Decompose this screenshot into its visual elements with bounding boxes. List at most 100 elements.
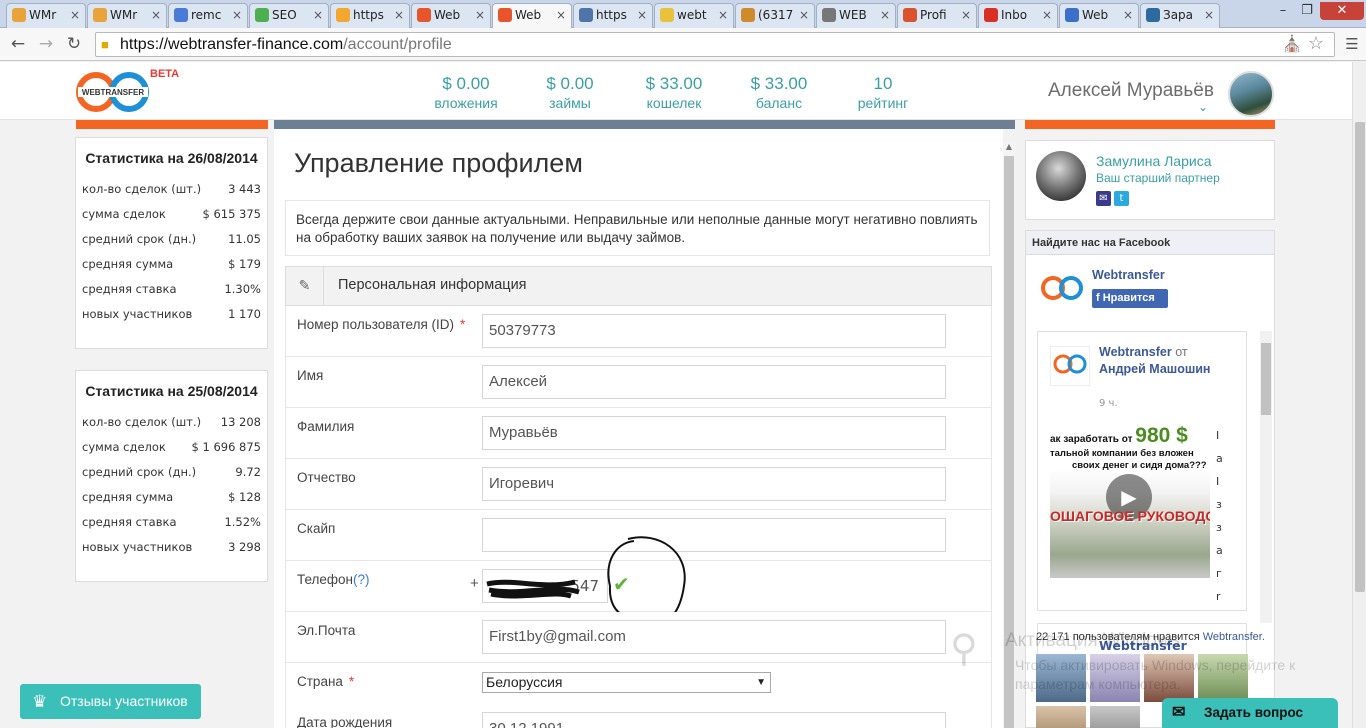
stats-row: кол-во сделок (шт.) 13 208 (76, 410, 267, 435)
windows-activation-text: Чтобы активировать Windows, перейдите к … (1015, 657, 1296, 692)
user-id-field[interactable]: 50379773 (482, 314, 946, 348)
stats-block: Статистика на 25/08/2014 кол-во сделок (… (75, 370, 268, 582)
close-tab-icon[interactable]: × (1042, 4, 1052, 26)
section-header: ✎ Персональная информация (285, 266, 992, 306)
chevron-down-icon[interactable]: ⌄ (1198, 100, 1208, 114)
tab-favicon-icon (822, 8, 836, 22)
url-path: /account/profile (343, 36, 452, 53)
close-tab-icon[interactable]: × (70, 4, 80, 26)
star-icon[interactable]: ☆ (1308, 32, 1324, 55)
browser-tab[interactable]: https × (330, 3, 410, 28)
stat-value: $ 33.00 (645, 74, 703, 93)
stat-loans[interactable]: $ 0.00 займы (530, 74, 610, 111)
first-name-field[interactable]: Алексей (482, 365, 946, 399)
browser-tab[interactable]: Profi × (897, 3, 977, 28)
skype-field[interactable] (482, 518, 946, 552)
browser-tab[interactable]: WMr × (6, 3, 86, 28)
stat-investments[interactable]: $ 0.00 вложения (426, 74, 506, 111)
minimize-button[interactable]: – (1270, 2, 1296, 20)
image-text: ОШАГОВОЕ РУКОВОДСТ (1050, 508, 1210, 524)
country-select[interactable]: Белоруссия ▼ (482, 672, 771, 693)
tab-title: https (353, 8, 384, 22)
stat-wallet[interactable]: $ 33.00 кошелек (634, 74, 714, 111)
email-field[interactable]: First1by@gmail.com (482, 620, 946, 654)
browser-tab[interactable]: WEB × (816, 3, 896, 28)
forward-icon[interactable]: → (34, 33, 58, 55)
pencil-icon[interactable]: ✎ (286, 267, 324, 305)
close-tab-icon[interactable]: × (232, 4, 242, 26)
webtransfer-page-logo[interactable] (1040, 273, 1084, 303)
stats-row: средняя сумма $ 128 (76, 485, 267, 510)
maximize-button[interactable]: ❐ (1294, 2, 1320, 20)
stat-label: баланс (755, 95, 803, 111)
facebook-page-name[interactable]: Webtransfer (1092, 268, 1165, 282)
fan-avatar[interactable] (1036, 706, 1086, 728)
close-tab-icon[interactable]: × (475, 4, 485, 26)
patronymic-field[interactable]: Игоревич (482, 467, 946, 501)
close-tab-icon[interactable]: × (961, 4, 971, 26)
browser-tab[interactable]: https × (573, 3, 653, 28)
stats-label: средняя сумма (82, 490, 174, 504)
close-tab-icon[interactable]: × (799, 4, 809, 26)
stats-label: средний срок (дн.) (82, 232, 197, 246)
close-tab-icon[interactable]: × (880, 4, 890, 26)
stats-value: 3 298 (228, 540, 261, 554)
url-input[interactable]: ■ https://webtransfer-finance.com/account… (95, 32, 1335, 57)
close-tab-icon[interactable]: × (718, 4, 728, 26)
page-scrollbar[interactable] (1352, 62, 1366, 728)
tab-favicon-icon (336, 8, 350, 22)
back-icon[interactable]: ← (6, 33, 30, 55)
likes-page-link[interactable]: Webtransfer. (1203, 631, 1265, 643)
close-window-button[interactable]: ✕ (1320, 2, 1364, 20)
browser-tab[interactable]: (6317 × (735, 3, 815, 28)
browser-tab[interactable]: Зара × (1140, 3, 1220, 28)
fan-avatar[interactable] (1090, 706, 1140, 728)
birthdate-field[interactable]: 30.12.1991 (482, 712, 946, 728)
user-name[interactable]: Алексей Муравьёв (1048, 80, 1214, 102)
stat-balance[interactable]: $ 33.00 баланс (739, 74, 819, 111)
tab-favicon-icon (741, 8, 755, 22)
ask-question-button[interactable]: ✉ Задать вопрос (1162, 698, 1338, 728)
browser-tab[interactable]: Inbo × (978, 3, 1058, 28)
browser-tab[interactable]: Web × (1059, 3, 1139, 28)
menu-icon[interactable]: ☰ (1340, 33, 1364, 55)
user-avatar[interactable] (1228, 71, 1274, 117)
close-tab-icon[interactable]: × (1123, 4, 1133, 26)
browser-tab[interactable]: Web × (411, 3, 491, 28)
reviews-button[interactable]: ♛ Отзывы участников (20, 684, 201, 719)
phone-help-link[interactable]: (?) (353, 572, 370, 587)
browser-tab[interactable]: WMr × (87, 3, 167, 28)
facebook-like-button[interactable]: f Нравится (1092, 289, 1168, 308)
mail-icon[interactable]: ✉ (1096, 191, 1111, 206)
close-tab-icon[interactable]: × (556, 4, 566, 26)
facebook-scrollbar[interactable] (1260, 331, 1272, 623)
phone-field[interactable]: 547 (482, 569, 608, 603)
partner-name[interactable]: Замулина Лариса (1096, 153, 1211, 169)
tab-favicon-icon (579, 8, 593, 22)
post-from: от (1175, 345, 1188, 359)
close-tab-icon[interactable]: × (637, 4, 647, 26)
browser-tab[interactable]: SEO × (249, 3, 329, 28)
reviews-label: Отзывы участников (60, 693, 188, 709)
facebook-post: Webtransfer от Андрей Машошин 9 ч. ак за… (1037, 331, 1247, 611)
close-tab-icon[interactable]: × (151, 4, 161, 26)
webtransfer-logo[interactable]: WEBTRANSFER (74, 70, 154, 114)
post-target[interactable]: Андрей Машошин (1099, 362, 1210, 376)
like-icon: f (1096, 292, 1103, 304)
post-video-thumbnail[interactable]: ак заработать от 980 $ тальной компании … (1050, 422, 1210, 578)
twitter-icon[interactable]: t (1114, 191, 1129, 206)
profile-notice: Всегда держите свои данные актуальными. … (285, 200, 990, 256)
shield-icon[interactable]: ⛪ (1282, 33, 1302, 56)
post-author[interactable]: Webtransfer (1099, 345, 1172, 359)
close-tab-icon[interactable]: × (1204, 4, 1214, 26)
browser-tab[interactable]: Web × (492, 3, 572, 29)
field-row-email: Эл.Почта First1by@gmail.com (285, 612, 992, 663)
stat-rating[interactable]: 10 рейтинг (843, 74, 923, 111)
last-name-field[interactable]: Муравьёв (482, 416, 946, 450)
browser-tab[interactable]: remc × (168, 3, 248, 28)
browser-tab[interactable]: webt × (654, 3, 734, 28)
reload-icon[interactable]: ↻ (62, 33, 86, 55)
partner-avatar[interactable] (1036, 151, 1086, 201)
close-tab-icon[interactable]: × (313, 4, 323, 26)
close-tab-icon[interactable]: × (394, 4, 404, 26)
